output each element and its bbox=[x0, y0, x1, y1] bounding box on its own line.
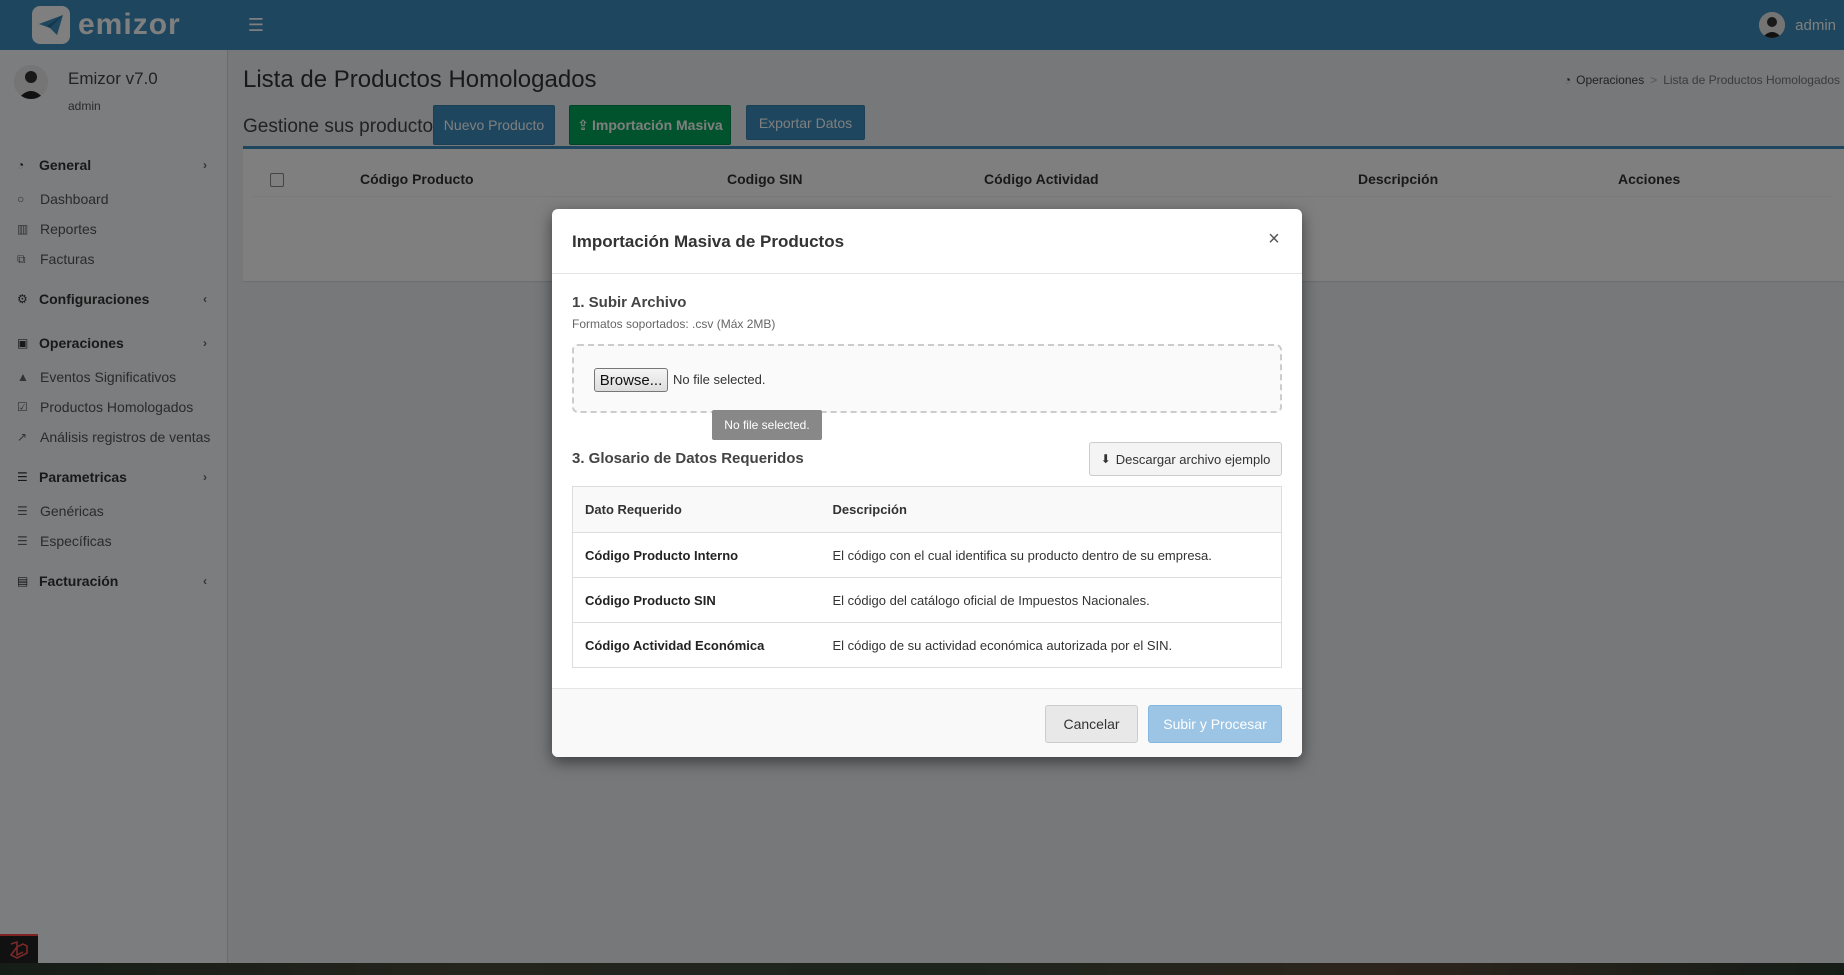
file-dropzone[interactable]: Browse... No file selected. bbox=[572, 344, 1282, 413]
modal-footer: Cancelar Subir y Procesar bbox=[552, 688, 1302, 757]
glossary-description: El código de su actividad económica auto… bbox=[820, 622, 1282, 668]
glossary-key: Código Producto Interno bbox=[572, 532, 821, 578]
table-row: Código Actividad Económica El código de … bbox=[572, 622, 1282, 668]
upload-process-button[interactable]: Subir y Procesar bbox=[1148, 705, 1282, 743]
glossary-title: 3. Glosario de Datos Requeridos bbox=[572, 450, 804, 467]
glossary-description: El código del catálogo oficial de Impues… bbox=[820, 577, 1282, 623]
modal-title: Importación Masiva de Productos bbox=[572, 232, 845, 251]
close-icon[interactable]: × bbox=[1266, 229, 1282, 249]
download-example-button[interactable]: ⬇ Descargar archivo ejemplo bbox=[1089, 442, 1282, 476]
table-row: Código Producto SIN El código del catálo… bbox=[572, 577, 1282, 623]
column-header: Dato Requerido bbox=[572, 486, 821, 533]
glossary-key: Código Actividad Económica bbox=[572, 622, 821, 668]
glossary-key: Código Producto SIN bbox=[572, 577, 821, 623]
download-icon: ⬇ bbox=[1100, 452, 1111, 466]
step-upload-title: 1. Subir Archivo bbox=[572, 294, 687, 311]
table-row: Código Producto Interno El código con el… bbox=[572, 532, 1282, 578]
table-header-row: Dato Requerido Descripción bbox=[572, 486, 1282, 533]
file-status: No file selected. bbox=[673, 372, 766, 387]
cancel-button[interactable]: Cancelar bbox=[1045, 705, 1138, 743]
browse-button[interactable]: Browse... bbox=[594, 368, 668, 392]
column-header: Descripción bbox=[820, 486, 1282, 533]
file-tooltip: No file selected. bbox=[712, 410, 822, 440]
glossary-table: Dato Requerido Descripción Código Produc… bbox=[572, 486, 1282, 668]
modal-header: Importación Masiva de Productos × bbox=[552, 209, 1302, 274]
import-modal: Importación Masiva de Productos × 1. Sub… bbox=[552, 209, 1302, 757]
format-hint: Formatos soportados: .csv (Máx 2MB) bbox=[572, 317, 776, 331]
glossary-description: El código con el cual identifica su prod… bbox=[820, 532, 1282, 578]
